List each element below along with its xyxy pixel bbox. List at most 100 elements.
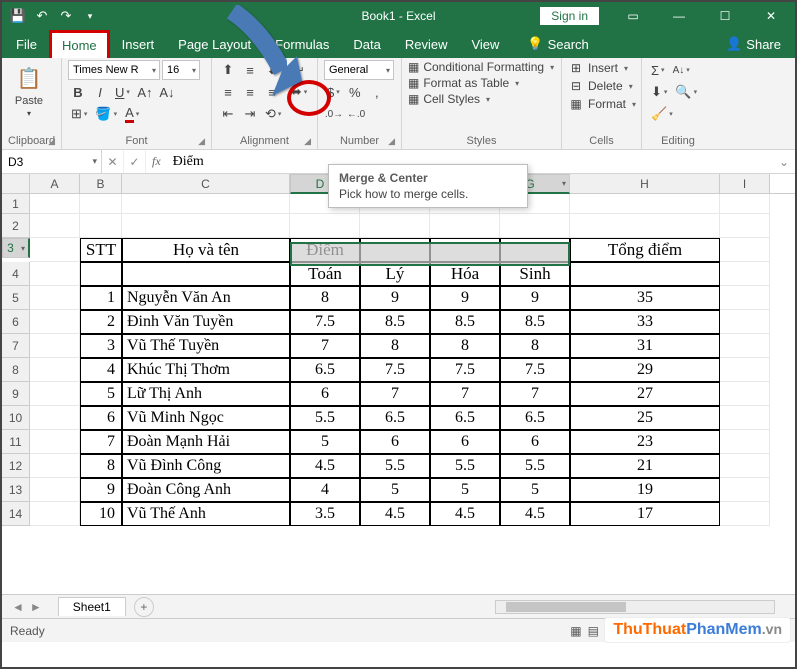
increase-indent-button[interactable]: ⇥ xyxy=(240,104,260,124)
cell[interactable] xyxy=(80,194,122,214)
cell[interactable]: 8.5 xyxy=(500,310,570,334)
wrap-text-button[interactable]: ab↵ xyxy=(284,60,304,80)
row-header[interactable]: 12 xyxy=(2,454,30,478)
font-size-select[interactable]: 16 xyxy=(162,60,200,80)
cell[interactable]: 7 xyxy=(290,334,360,358)
cell[interactable]: Đoàn Mạnh Hải xyxy=(122,430,290,454)
row-header[interactable]: 3 xyxy=(2,238,30,258)
share-button[interactable]: 👤Share xyxy=(726,30,795,58)
cell[interactable]: 4.5 xyxy=(500,502,570,526)
align-bottom-button[interactable]: ⬇ xyxy=(262,60,282,80)
cell[interactable]: 8.5 xyxy=(360,310,430,334)
cell[interactable]: 7.5 xyxy=(430,358,500,382)
enter-formula-icon[interactable]: ✓ xyxy=(124,150,146,173)
merge-center-button[interactable]: ⬌ xyxy=(284,82,314,102)
cell[interactable]: 3.5 xyxy=(290,502,360,526)
cell[interactable]: 9 xyxy=(80,478,122,502)
tab-formulas[interactable]: Formulas xyxy=(263,30,341,58)
insert-cells-button[interactable]: ⊞Insert xyxy=(568,60,636,76)
align-top-button[interactable]: ⬆ xyxy=(218,60,238,80)
cell[interactable]: 4.5 xyxy=(430,502,500,526)
cell[interactable]: 2 xyxy=(80,310,122,334)
align-right-button[interactable]: ≡ xyxy=(262,82,282,102)
delete-cells-button[interactable]: ⊟Delete xyxy=(568,78,636,94)
cell[interactable]: 33 xyxy=(570,310,720,334)
cell[interactable]: Tổng điểm xyxy=(570,238,720,262)
cell[interactable]: 5 xyxy=(500,478,570,502)
cell[interactable]: 27 xyxy=(570,382,720,406)
decrease-decimal-button[interactable]: ←.0 xyxy=(346,104,366,124)
align-middle-button[interactable]: ≡ xyxy=(240,60,260,80)
italic-button[interactable]: I xyxy=(90,82,110,102)
cell[interactable]: 5 xyxy=(80,382,122,406)
cell[interactable] xyxy=(720,430,770,454)
fill-button[interactable]: ⬇ xyxy=(648,82,670,102)
tab-insert[interactable]: Insert xyxy=(110,30,167,58)
cell[interactable] xyxy=(30,406,80,430)
paste-button[interactable]: 📋Paste▾ xyxy=(8,60,50,122)
increase-font-button[interactable]: A↑ xyxy=(135,82,155,102)
page-layout-view-icon[interactable]: ▤ xyxy=(588,624,599,638)
cell[interactable] xyxy=(30,382,80,406)
cell[interactable] xyxy=(570,194,720,214)
cell[interactable] xyxy=(122,262,290,286)
cell[interactable]: Đoàn Công Anh xyxy=(122,478,290,502)
column-header[interactable]: I xyxy=(720,174,770,193)
cell[interactable] xyxy=(720,502,770,526)
borders-button[interactable]: ⊞ xyxy=(68,104,90,124)
cell[interactable] xyxy=(30,286,80,310)
column-header[interactable]: C xyxy=(122,174,290,193)
sheet-tab[interactable]: Sheet1 xyxy=(58,597,126,616)
select-all-corner[interactable] xyxy=(2,174,30,193)
row-header[interactable]: 11 xyxy=(2,430,30,454)
cell[interactable] xyxy=(720,286,770,310)
cell[interactable] xyxy=(30,194,80,214)
cell[interactable] xyxy=(30,214,80,238)
cell[interactable] xyxy=(80,262,122,286)
decrease-indent-button[interactable]: ⇤ xyxy=(218,104,238,124)
cell[interactable] xyxy=(122,214,290,238)
fx-icon[interactable]: fx xyxy=(146,154,167,169)
dialog-launcher-icon[interactable]: ◢ xyxy=(48,136,55,147)
cell[interactable] xyxy=(122,194,290,214)
cell[interactable]: 10 xyxy=(80,502,122,526)
qat-customize-icon[interactable]: ▾ xyxy=(82,8,98,24)
cell[interactable] xyxy=(570,262,720,286)
cell[interactable]: 1 xyxy=(80,286,122,310)
cell[interactable] xyxy=(30,454,80,478)
cell[interactable]: 5 xyxy=(430,478,500,502)
close-icon[interactable]: ✕ xyxy=(749,2,793,30)
cell[interactable]: 6 xyxy=(290,382,360,406)
cell-styles-button[interactable]: ▦Cell Styles xyxy=(408,92,554,106)
cell[interactable]: 19 xyxy=(570,478,720,502)
cell[interactable]: 7 xyxy=(80,430,122,454)
cell[interactable] xyxy=(500,214,570,238)
dialog-launcher-icon[interactable]: ◢ xyxy=(198,136,205,147)
cell[interactable] xyxy=(720,262,770,286)
name-box[interactable]: D3 xyxy=(2,150,102,173)
sheet-area[interactable]: ABCDEFGHI 123STTHọ và tênĐiểmTổng điểm4T… xyxy=(2,174,795,594)
tab-pagelayout[interactable]: Page Layout xyxy=(166,30,263,58)
cell[interactable] xyxy=(30,358,80,382)
number-format-select[interactable]: General xyxy=(324,60,394,80)
cell[interactable] xyxy=(570,214,720,238)
cell[interactable] xyxy=(430,214,500,238)
maximize-icon[interactable]: ☐ xyxy=(703,2,747,30)
align-left-button[interactable]: ≡ xyxy=(218,82,238,102)
accounting-button[interactable]: $ xyxy=(324,82,343,102)
cell[interactable] xyxy=(30,238,80,262)
cell[interactable]: 17 xyxy=(570,502,720,526)
cell[interactable]: 8 xyxy=(290,286,360,310)
column-header[interactable]: A xyxy=(30,174,80,193)
cell[interactable]: STT xyxy=(80,238,122,262)
minimize-icon[interactable]: — xyxy=(657,2,701,30)
format-as-table-button[interactable]: ▦Format as Table xyxy=(408,76,554,90)
cell[interactable]: Khúc Thị Thơm xyxy=(122,358,290,382)
cell[interactable] xyxy=(720,194,770,214)
tell-me[interactable]: 💡Search xyxy=(515,30,600,58)
font-name-select[interactable]: Times New R xyxy=(68,60,160,80)
cell[interactable]: 7 xyxy=(430,382,500,406)
row-header[interactable]: 10 xyxy=(2,406,30,430)
autosum-button[interactable]: Σ xyxy=(648,60,668,80)
tab-file[interactable]: File xyxy=(2,30,49,58)
